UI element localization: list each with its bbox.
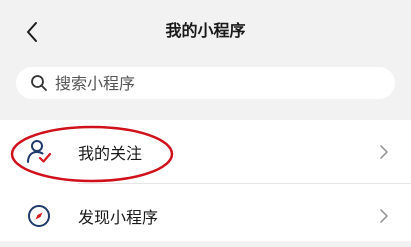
search-icon [31, 75, 47, 91]
chevron-right-icon [379, 208, 389, 224]
page-title: 我的小程序 [165, 21, 246, 40]
search-input[interactable] [55, 73, 355, 93]
list-item-label: 发现小程序 [78, 207, 159, 227]
list-item-discover[interactable]: 发现小程序 [0, 184, 411, 247]
mini-program-list: 我的关注 发现小程序 [0, 120, 411, 241]
user-check-icon [26, 139, 52, 165]
list-item-my-follows[interactable]: 我的关注 [0, 120, 411, 184]
top-bar: 我的小程序 [0, 0, 411, 62]
search-bar[interactable] [16, 67, 395, 99]
list-item-label: 我的关注 [78, 143, 143, 163]
chevron-right-icon [379, 144, 389, 160]
compass-icon [26, 203, 52, 229]
